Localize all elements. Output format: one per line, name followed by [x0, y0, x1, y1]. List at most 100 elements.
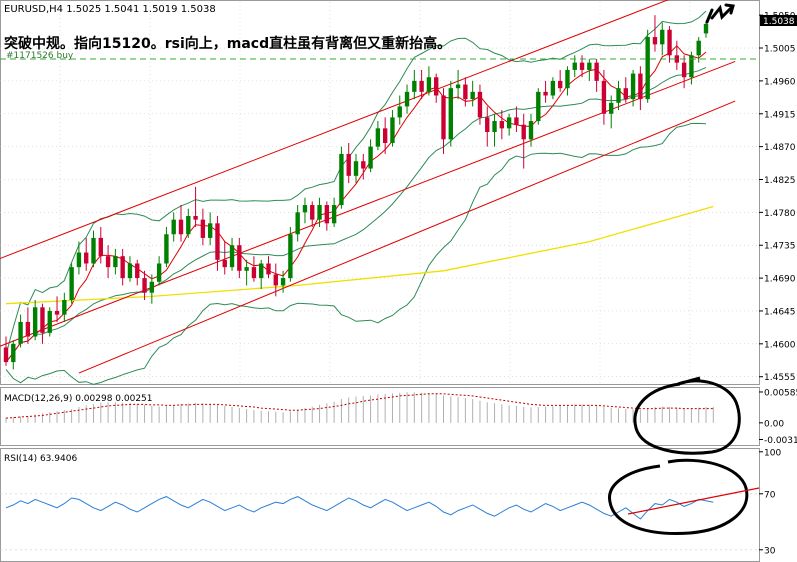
candle-body: [594, 62, 599, 81]
candle-body: [550, 80, 556, 96]
candle-body: [149, 281, 155, 293]
candle-body: [419, 80, 424, 92]
candle-body: [353, 161, 359, 176]
candle-body: [266, 263, 271, 275]
candle-body: [25, 321, 31, 337]
price-tick-label: 1.4825: [764, 176, 796, 186]
candle-body: [390, 117, 395, 143]
candle-body: [412, 80, 417, 92]
candle-body: [237, 245, 242, 271]
candle-body: [434, 77, 439, 96]
candle-body: [273, 274, 278, 286]
candle-body: [477, 91, 483, 118]
price-tick-label: 1.4555: [764, 373, 796, 383]
candle-body: [120, 256, 125, 279]
candle-body: [295, 212, 300, 235]
candle-body: [543, 91, 548, 96]
price-tick-label: 1.4690: [764, 275, 796, 285]
candle-body: [368, 146, 373, 169]
candle-body: [98, 237, 103, 257]
candle-body: [251, 267, 257, 279]
candle-body: [557, 80, 563, 89]
candle-body: [18, 321, 23, 344]
candle-body: [331, 205, 337, 224]
candle-body: [84, 252, 89, 264]
order-label: #1171526 buy: [6, 51, 74, 61]
price-tick-label: 1.4600: [764, 340, 796, 350]
price-tick-label: 1.4735: [764, 242, 796, 252]
price-tick-label: 1.4780: [764, 209, 796, 219]
candle-body: [135, 263, 140, 279]
rsi-tick-label: 100: [764, 448, 781, 458]
candle-body: [448, 88, 453, 140]
candle-body: [11, 343, 16, 363]
price-tick-label: 1.4645: [764, 307, 796, 317]
candle-body: [681, 62, 687, 78]
candle-body: [579, 62, 585, 70]
candle-body: [200, 219, 206, 238]
candle-body: [703, 23, 709, 34]
candle-body: [696, 40, 701, 56]
candle-body: [638, 73, 643, 100]
candle-body: [105, 256, 111, 268]
candle-body: [667, 29, 672, 56]
candle-body: [426, 77, 432, 92]
candle-body: [280, 278, 286, 286]
candle-body: [302, 205, 308, 213]
candle-body: [346, 153, 351, 176]
candle-body: [645, 37, 650, 100]
candle-body: [317, 205, 322, 220]
candle-body: [404, 91, 410, 107]
candle-body: [652, 37, 658, 45]
candle-body: [361, 161, 366, 169]
candle-body: [601, 80, 607, 114]
candle-body: [164, 234, 169, 264]
macd-tick-label: 0.00585: [764, 388, 797, 398]
symbol-line: EURUSD,H4 1.5025 1.5041 1.5019 1.5038: [4, 4, 216, 15]
rsi-tick-label: 30: [764, 546, 776, 556]
price-tick-label: 1.4960: [764, 77, 796, 87]
candle-body: [455, 84, 461, 89]
candle-body: [193, 216, 198, 220]
candle-body: [536, 91, 541, 122]
candle-body: [382, 128, 388, 143]
candle-body: [229, 245, 235, 268]
candle-body: [113, 256, 118, 268]
candle-body: [259, 263, 264, 279]
candle-body: [609, 102, 614, 114]
candle-body: [127, 263, 133, 279]
candle-body: [142, 278, 147, 293]
macd-tick-label: 0.00: [764, 419, 784, 429]
candle-body: [499, 121, 505, 129]
rsi-tick-label: 70: [764, 490, 776, 500]
candle-body: [623, 88, 628, 100]
candle-body: [32, 307, 38, 337]
candle-body: [528, 121, 534, 140]
macd-tick-label: -0.00316: [764, 436, 797, 446]
candle-body: [156, 263, 162, 282]
price-tick-label: 1.4870: [764, 143, 796, 153]
candle-body: [630, 73, 636, 100]
rsi-label: RSI(14) 63.9406: [4, 454, 77, 464]
candle-body: [40, 307, 45, 333]
candle-body: [62, 300, 67, 315]
candle-body: [47, 310, 52, 333]
candle-body: [222, 259, 227, 268]
candle-body: [215, 223, 220, 260]
candle-body: [521, 124, 526, 140]
price-tick-label: 1.5005: [764, 45, 796, 55]
candle-body: [244, 267, 249, 271]
price-tick-label: 1.4915: [764, 110, 796, 120]
candle-body: [178, 219, 184, 235]
candle-body: [572, 62, 577, 70]
candle-body: [470, 91, 475, 100]
candle-body: [463, 84, 468, 100]
candle-body: [506, 117, 512, 129]
candle-body: [324, 205, 330, 224]
macd-label: MACD(12,26,9) 0.00298 0.00251: [4, 394, 153, 404]
candle-body: [485, 117, 490, 133]
candle-body: [514, 117, 519, 125]
candle-body: [76, 252, 82, 268]
candle-body: [616, 88, 621, 103]
candle-body: [288, 234, 293, 279]
